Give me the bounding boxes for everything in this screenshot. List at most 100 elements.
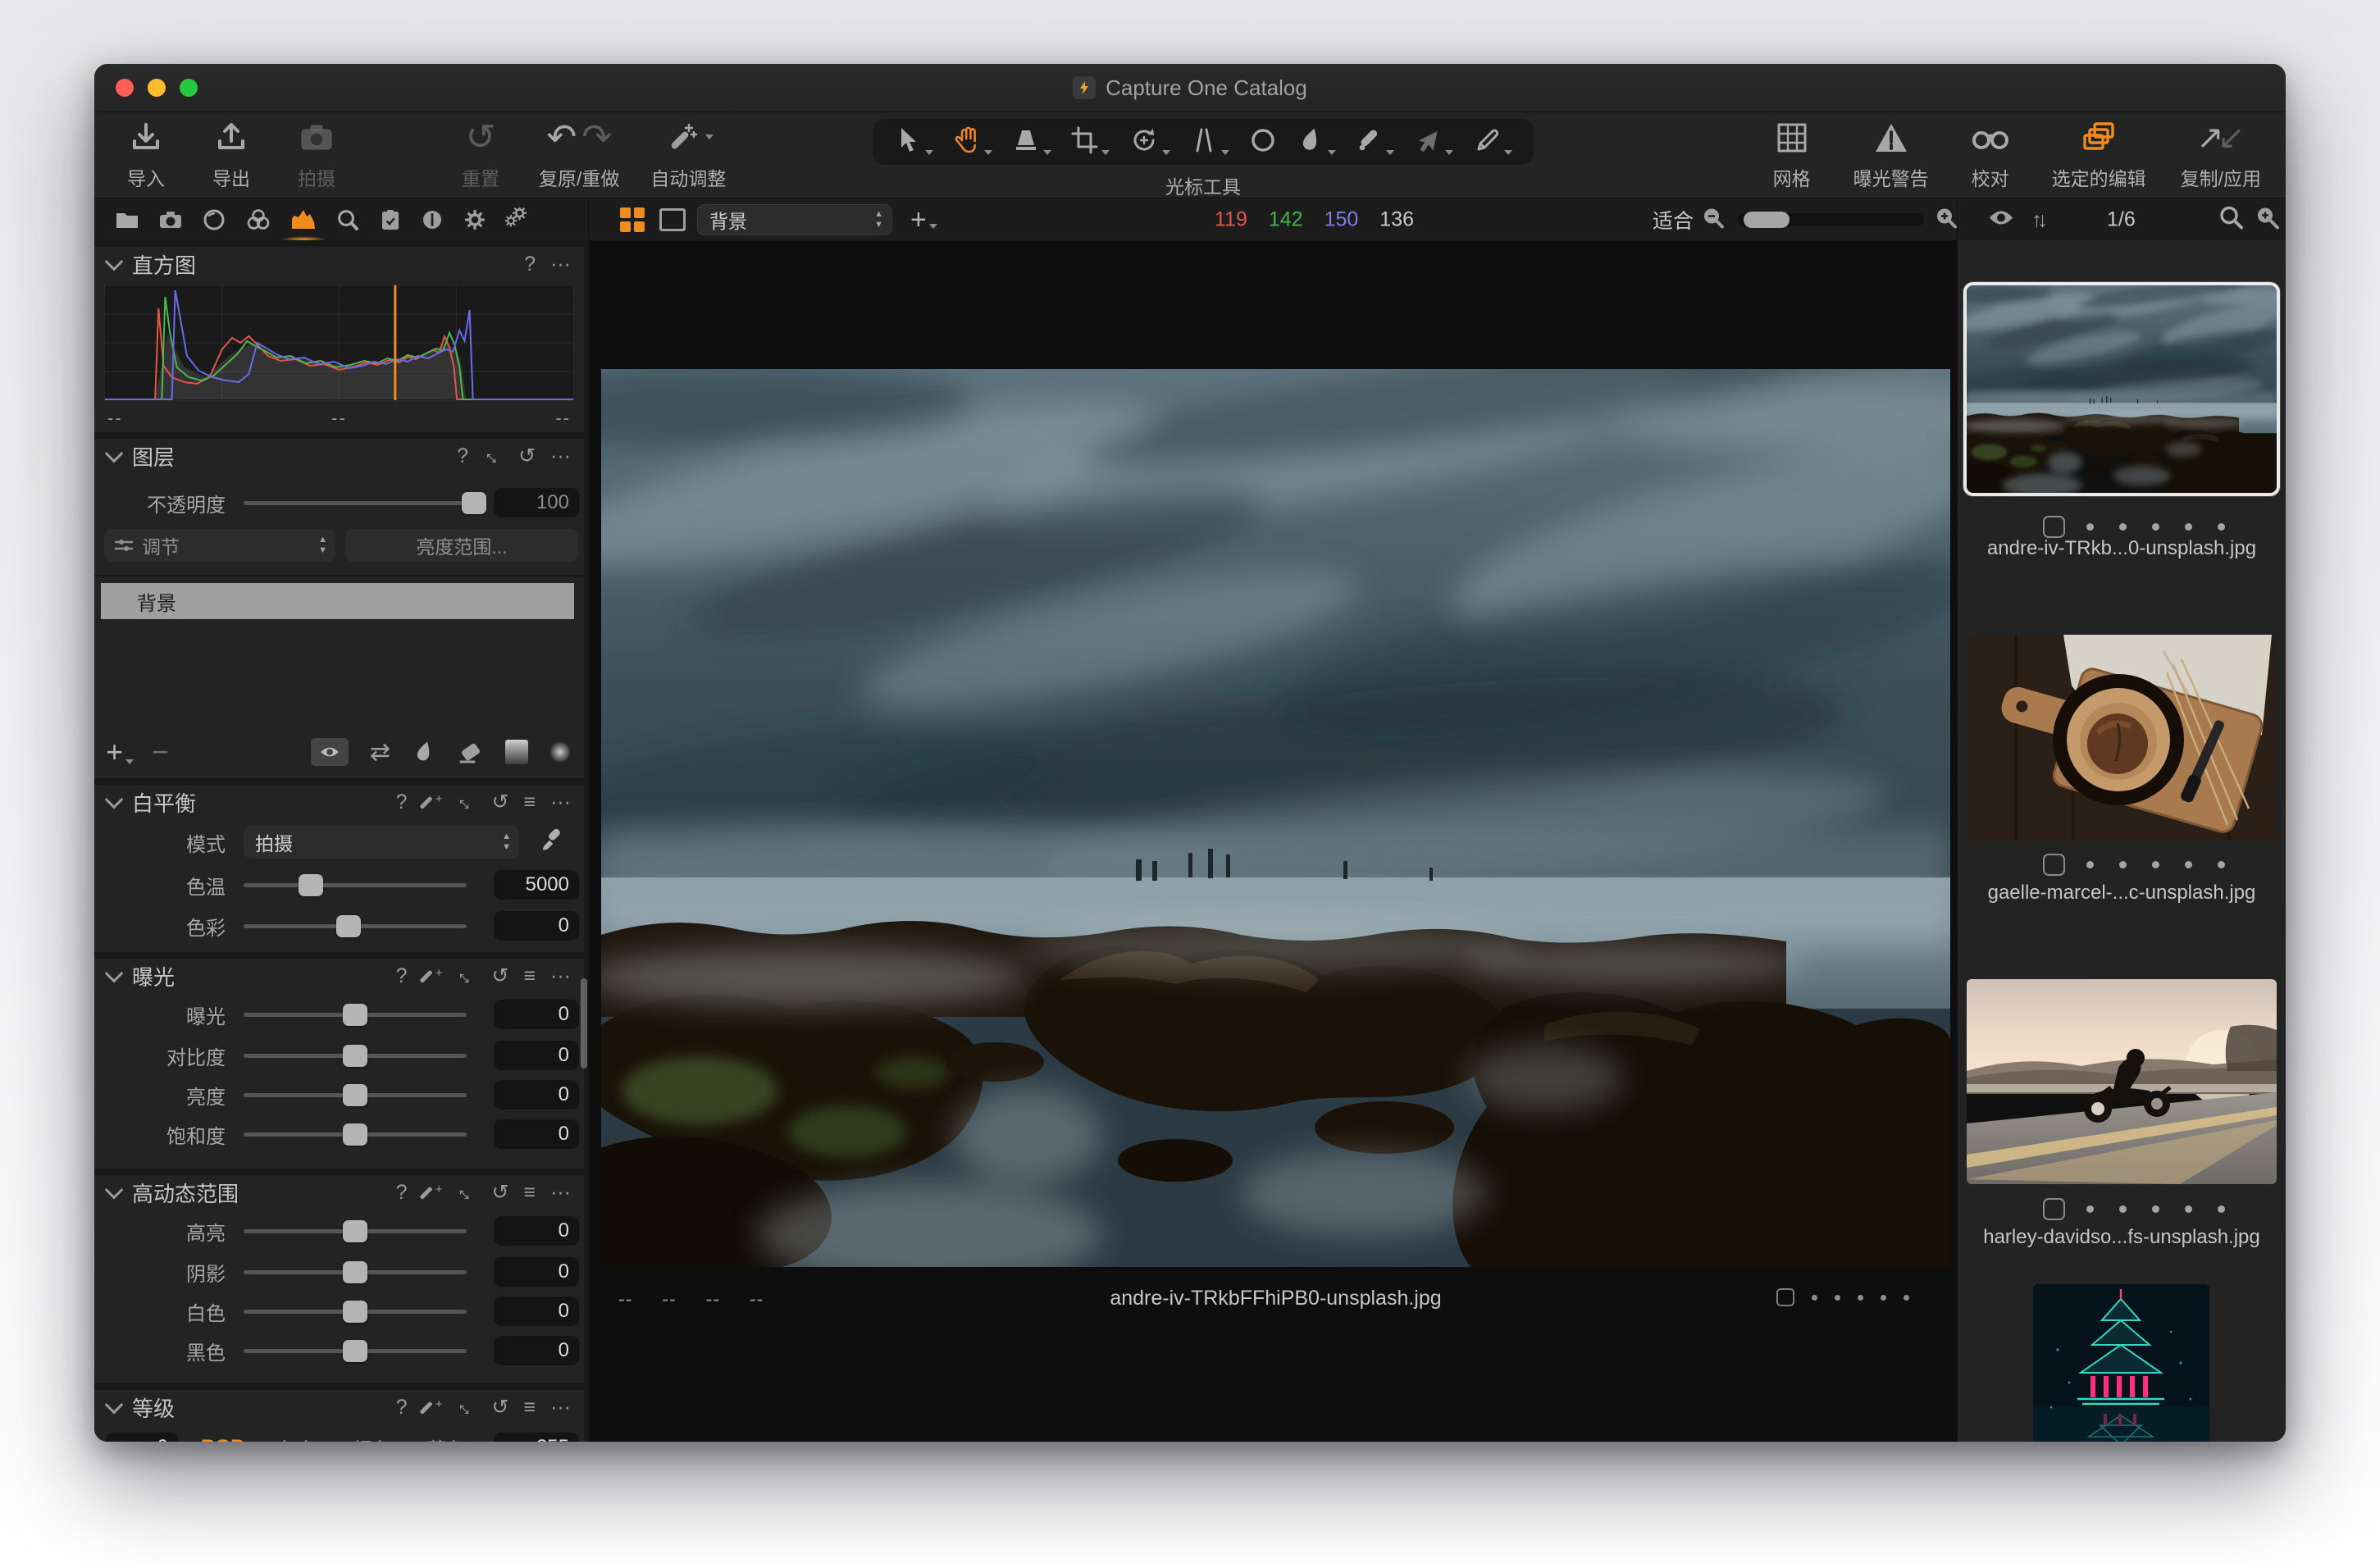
more-icon[interactable]: ···	[550, 253, 571, 275]
undo-icon[interactable]: ↶	[546, 120, 577, 156]
rating-dot[interactable]	[2152, 523, 2159, 531]
contrast-value[interactable]: 0	[494, 1041, 579, 1070]
preview-eye-icon[interactable]	[1987, 207, 2015, 233]
maximize-window-button[interactable]	[180, 79, 198, 97]
more-icon[interactable]: ···	[550, 965, 571, 987]
more-icon[interactable]: ···	[550, 445, 571, 467]
collapse-chevron-icon[interactable]	[104, 252, 124, 271]
slider-handle[interactable]	[343, 1260, 367, 1283]
collapse-chevron-icon[interactable]	[104, 1180, 124, 1200]
brush-tool[interactable]	[1297, 125, 1336, 158]
exposure-value[interactable]: 0	[494, 1000, 579, 1029]
slider-handle[interactable]	[343, 1123, 367, 1146]
more-icon[interactable]: ···	[550, 1182, 571, 1203]
contrast-slider[interactable]	[244, 1044, 467, 1067]
rating-dot[interactable]	[2185, 523, 2192, 531]
saturation-slider[interactable]	[244, 1123, 467, 1146]
main-image[interactable]	[601, 369, 1950, 1267]
undo-redo-button[interactable]: ↶ ↷ 复原/重做	[539, 119, 619, 191]
help-icon[interactable]: ?	[396, 965, 408, 987]
adjust-dropdown[interactable]: 调节 ▲ ▼	[104, 529, 335, 562]
rating-dot[interactable]	[2086, 1205, 2094, 1213]
shadow-slider[interactable]	[244, 1260, 467, 1283]
exposure-warning-button[interactable]: 曝光警告	[1853, 119, 1929, 191]
rating-dot[interactable]	[2218, 1205, 2225, 1213]
rating-dot[interactable]	[1881, 1294, 1886, 1301]
levels-channel-blue[interactable]: 蓝色	[426, 1433, 466, 1442]
rating-dot[interactable]	[2152, 861, 2159, 868]
import-button[interactable]: 导入	[119, 119, 173, 191]
add-tool-button[interactable]: +	[910, 206, 937, 234]
black-value[interactable]: 0	[494, 1336, 579, 1365]
remove-layer-button[interactable]: −	[152, 735, 169, 769]
slider-handle[interactable]	[343, 1339, 367, 1362]
auto-adjust-button[interactable]: 自动调整	[650, 119, 726, 191]
rating-dot[interactable]	[2185, 861, 2192, 868]
zoom-slider-handle[interactable]	[1744, 212, 1790, 228]
export-button[interactable]: 导出	[204, 119, 258, 191]
thumbnail-motorcycle[interactable]	[1967, 979, 2277, 1184]
highlight-slider[interactable]	[244, 1219, 467, 1242]
wb-picker-icon[interactable]	[538, 827, 563, 858]
help-icon[interactable]: ?	[396, 791, 408, 813]
mask-eraser-icon[interactable]	[458, 740, 484, 764]
gradient-mask-icon[interactable]	[505, 740, 528, 764]
luma-range-button[interactable]: 亮度范围...	[345, 529, 578, 562]
add-layer-button[interactable]: +	[106, 735, 135, 769]
slider-handle[interactable]	[343, 1083, 367, 1106]
levels-channel-rgb[interactable]: RGB	[201, 1436, 244, 1442]
reset-icon[interactable]: ↺	[491, 1182, 508, 1203]
reset-icon[interactable]: ↺	[491, 791, 508, 813]
expand-icon[interactable]: ↔	[478, 440, 508, 471]
thumbnail-seascape[interactable]	[1963, 282, 2280, 496]
tab-info[interactable]	[420, 198, 445, 241]
slider-handle[interactable]	[343, 1044, 367, 1067]
expand-icon[interactable]: ↔	[452, 786, 482, 817]
help-icon[interactable]: ?	[457, 445, 468, 467]
collapse-chevron-icon[interactable]	[104, 444, 124, 463]
rating-dot[interactable]	[1812, 1294, 1817, 1301]
zoom-in-icon[interactable]	[1934, 206, 1958, 235]
layer-visibility-toggle[interactable]	[310, 738, 349, 766]
presets-icon[interactable]: ≡	[523, 965, 536, 987]
brightness-value[interactable]: 0	[494, 1080, 579, 1110]
zoom-out-icon[interactable]	[1701, 206, 1726, 235]
auto-icon[interactable]	[422, 1394, 443, 1417]
rating-dot[interactable]	[2218, 861, 2225, 868]
levels-channel-green[interactable]: 绿色	[353, 1433, 392, 1442]
radial-mask-icon[interactable]	[549, 741, 571, 763]
slider-handle[interactable]	[343, 1300, 367, 1323]
brightness-slider[interactable]	[244, 1083, 467, 1106]
saturation-value[interactable]: 0	[494, 1119, 579, 1149]
tab-color[interactable]	[244, 198, 272, 241]
rating-dot[interactable]	[2152, 1205, 2159, 1213]
select-tool[interactable]	[894, 125, 933, 158]
help-icon[interactable]: ?	[396, 1182, 408, 1203]
zoom-slider[interactable]	[1737, 212, 1924, 228]
temperature-value[interactable]: 5000	[494, 870, 579, 900]
multi-view-icon[interactable]	[620, 207, 645, 232]
reset-button[interactable]: ↺ 重置	[454, 119, 508, 191]
tab-lens[interactable]	[201, 198, 227, 241]
proof-button[interactable]: 校对	[1963, 119, 2018, 191]
rating-dot[interactable]	[2185, 1205, 2192, 1213]
presets-icon[interactable]: ≡	[523, 1182, 536, 1203]
reset-icon[interactable]: ↺	[518, 445, 536, 467]
select-checkbox[interactable]	[2043, 854, 2065, 876]
select-checkbox[interactable]	[2043, 516, 2065, 538]
layer-selector[interactable]: 背景 ▲ ▼	[697, 204, 892, 235]
search-icon[interactable]	[2218, 205, 2245, 235]
copy-apply-button[interactable]: ↗ ↙ 复制/应用	[2181, 119, 2261, 191]
black-slider[interactable]	[244, 1339, 467, 1362]
auto-icon[interactable]	[422, 963, 443, 986]
sort-icon[interactable]: ↑↓	[2031, 207, 2048, 233]
rating-dot[interactable]	[1835, 1294, 1840, 1301]
redo-icon[interactable]: ↷	[581, 120, 612, 156]
levels-min-value[interactable]: 0	[106, 1433, 178, 1442]
filter-icon[interactable]	[2255, 205, 2281, 235]
exposure-slider[interactable]	[244, 1003, 467, 1026]
minimize-window-button[interactable]	[148, 79, 166, 97]
layer-row-background[interactable]: 背景	[101, 583, 574, 619]
help-icon[interactable]: ?	[396, 1397, 408, 1418]
white-slider[interactable]	[244, 1300, 467, 1323]
